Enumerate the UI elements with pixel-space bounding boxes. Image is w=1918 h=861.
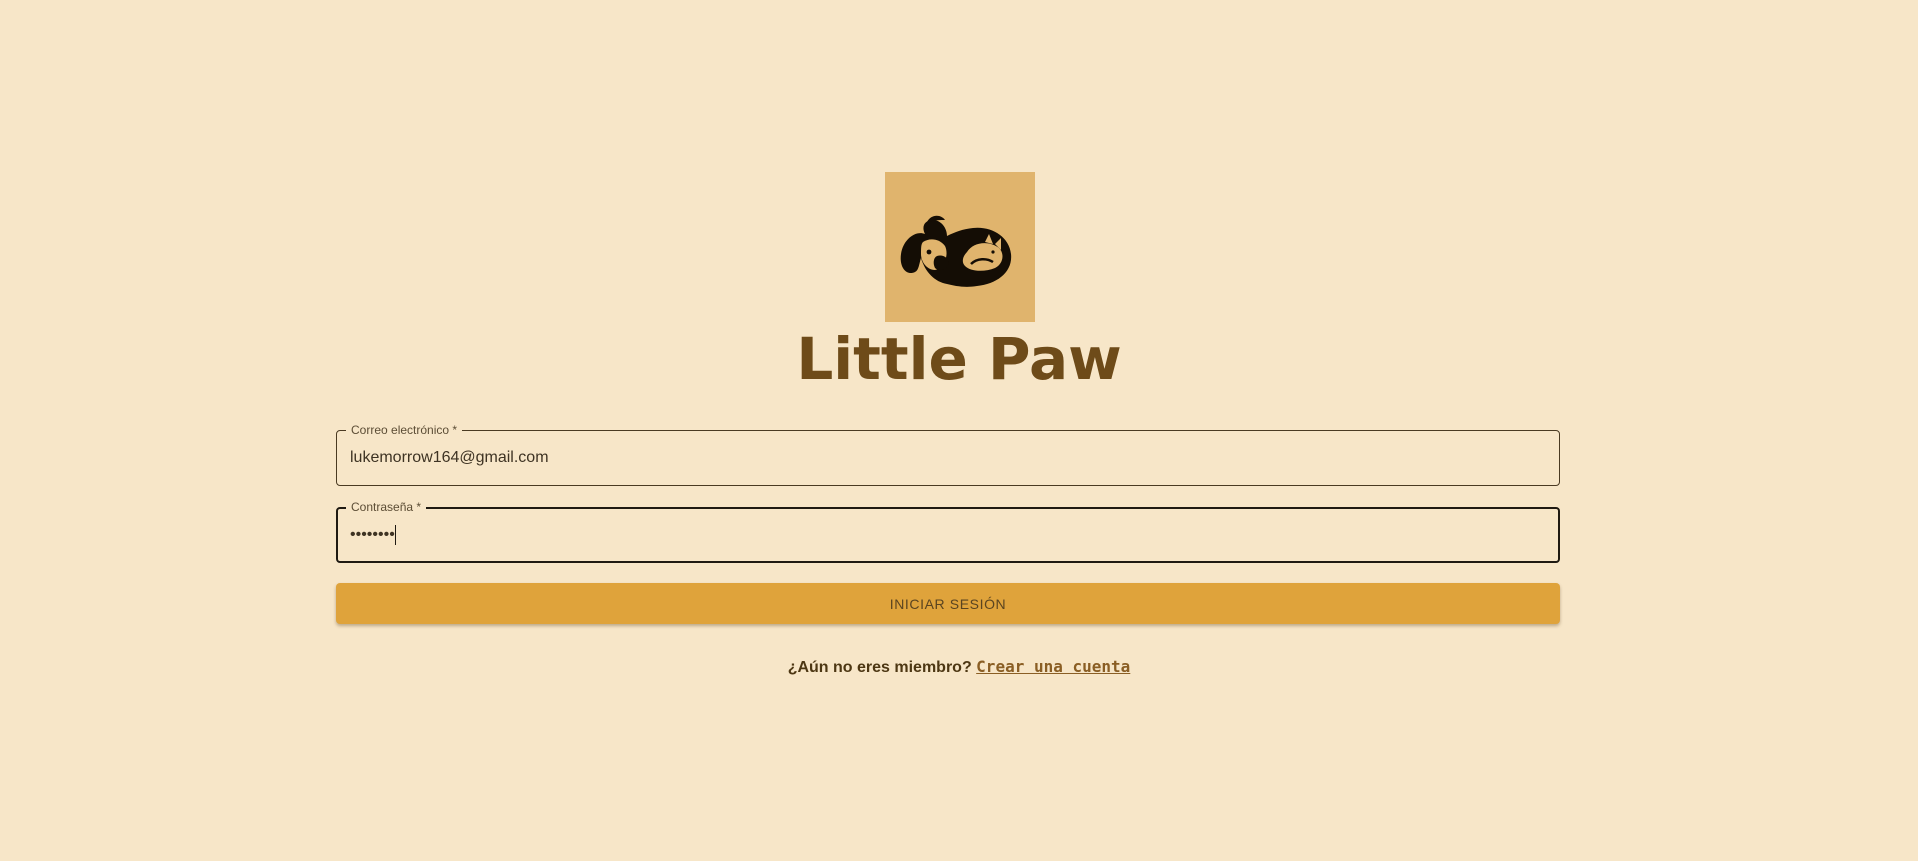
login-page: Little Paw Correo electrónico * Contrase… [0,0,1918,861]
signup-prompt-row: ¿Aún no eres miembro? Crear una cuenta [0,656,1918,679]
brand-title: Little Paw [796,325,1122,393]
password-field[interactable]: Contraseña * [336,499,1560,563]
dog-and-cat-logo-icon [885,172,1035,322]
signup-prompt-text: ¿Aún no eres miembro? [787,659,972,676]
password-input[interactable] [350,509,1540,561]
email-field[interactable]: Correo electrónico * [336,422,1560,486]
email-input[interactable] [350,431,1540,485]
text-caret [395,525,396,545]
login-button[interactable]: INICIAR SESIÓN [336,583,1560,624]
create-account-link[interactable]: Crear una cuenta [976,657,1130,676]
